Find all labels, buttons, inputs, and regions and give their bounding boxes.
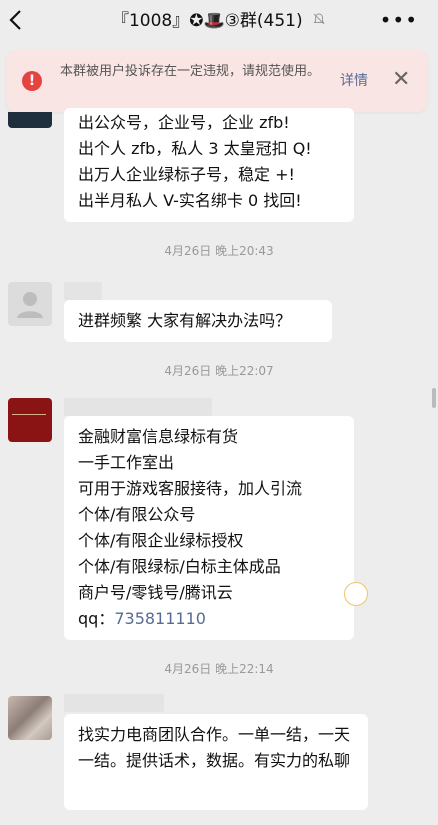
chat-title: 『1008』✪🎩③群(451) [60, 8, 378, 34]
avatar[interactable] [8, 398, 52, 442]
sender-name-blurred [64, 282, 102, 300]
timestamp: 4月26日 晚上22:07 [164, 364, 274, 378]
floating-assist-button[interactable] [344, 582, 368, 606]
message-line: 个体/有限公众号 [78, 505, 196, 524]
message-line: 金融财富信息绿标有货 [78, 427, 239, 446]
violation-notice-banner: ! 本群被用户投诉存在一定违规，请规范使用。 详情 ✕ [6, 50, 428, 112]
qq-line: qq：735811110 [78, 606, 340, 632]
sender-name-blurred [64, 398, 212, 416]
qq-number-link[interactable]: 735811110 [114, 609, 206, 628]
default-avatar-icon [17, 292, 43, 318]
message-line: 个体/有限企业绿标授权 [78, 531, 244, 550]
avatar[interactable] [8, 282, 52, 326]
message-line: 出半月私人 V-实名绑卡 0 找回! [78, 191, 302, 210]
message-bubble[interactable]: 出公众号，企业号，企业 zfb! 出个人 zfb，私人 3 太皇冠扣 Q! 出万… [64, 108, 354, 222]
message-bubble[interactable]: 金融财富信息绿标有货 一手工作室出 可用于游戏客服接待，加人引流 个体/有限公众… [64, 416, 354, 640]
avatar-logo-decoration [12, 406, 46, 415]
avatar[interactable] [8, 696, 52, 740]
back-chevron-icon[interactable] [8, 6, 32, 34]
sender-name-blurred [64, 694, 164, 712]
message-line: 出万人企业绿标子号，稳定 +! [78, 165, 295, 184]
warning-circle-icon: ! [22, 71, 42, 91]
chat-title-text: 『1008』✪🎩③群(451) [111, 11, 303, 31]
close-icon[interactable]: ✕ [392, 68, 410, 92]
avatar[interactable] [8, 112, 52, 128]
qq-prefix: qq： [78, 609, 115, 628]
message-line: 商户号/零钱号/腾讯云 [78, 583, 233, 602]
scrollbar[interactable] [432, 388, 436, 408]
notice-text: 本群被用户投诉存在一定违规，请规范使用。 [60, 64, 321, 79]
message-line: 出公众号，企业号，企业 zfb! [78, 113, 290, 132]
message-line: 个体/有限绿标/白标主体成品 [78, 557, 281, 576]
chat-header: 『1008』✪🎩③群(451) ••• [0, 0, 438, 42]
message-line: 一手工作室出 [78, 453, 175, 472]
timestamp: 4月26日 晚上20:43 [164, 244, 274, 258]
message-line: 出个人 zfb，私人 3 太皇冠扣 Q! [78, 139, 312, 158]
timestamp: 4月26日 晚上22:14 [164, 662, 274, 676]
more-options-icon[interactable]: ••• [380, 6, 418, 34]
bell-muted-icon [312, 8, 326, 34]
message-line: 可用于游戏客服接待，加人引流 [78, 479, 303, 498]
message-bubble[interactable]: 找实力电商团队合作。一单一结，一天一结。提供话术，数据。有实力的私聊 [64, 714, 368, 810]
message-text: 进群频繁 大家有解决办法吗？ [78, 311, 292, 330]
message-text: 找实力电商团队合作。一单一结，一天一结。提供话术，数据。有实力的私聊 [78, 725, 351, 770]
message-bubble[interactable]: 进群频繁 大家有解决办法吗？ [64, 300, 332, 342]
notice-detail-link[interactable]: 详情 [340, 71, 368, 91]
